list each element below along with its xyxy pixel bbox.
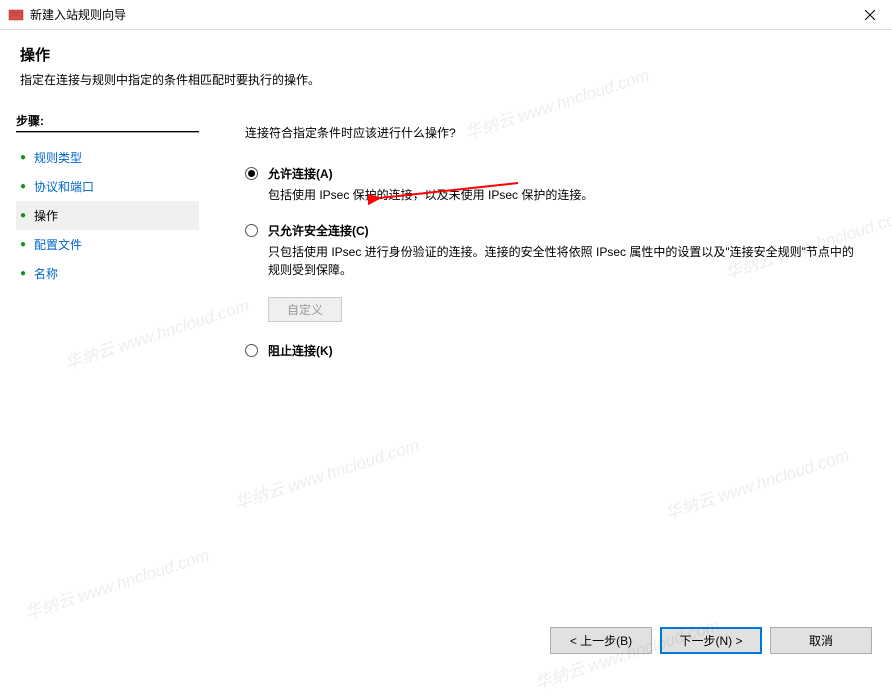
- step-name[interactable]: ● 名称: [16, 259, 199, 288]
- titlebar-title: 新建入站规则向导: [30, 6, 126, 23]
- custom-button: 自定义: [268, 297, 342, 322]
- step-profile[interactable]: ● 配置文件: [16, 230, 199, 259]
- cancel-button[interactable]: 取消: [770, 627, 872, 654]
- bullet-icon: ●: [20, 210, 26, 221]
- step-label: 操作: [34, 207, 58, 224]
- bullet-icon: ●: [20, 268, 26, 279]
- close-button[interactable]: [847, 0, 892, 30]
- radio-icon[interactable]: [245, 224, 258, 237]
- step-protocol-port[interactable]: ● 协议和端口: [16, 172, 199, 201]
- bullet-icon: ●: [20, 239, 26, 250]
- bullet-icon: ●: [20, 181, 26, 192]
- option-allow-desc: 包括使用 IPsec 保护的连接，以及未使用 IPsec 保护的连接。: [268, 186, 862, 204]
- page-heading: 操作: [0, 30, 892, 71]
- step-rule-type[interactable]: ● 规则类型: [16, 143, 199, 172]
- radio-label: 阻止连接(K): [268, 342, 333, 359]
- step-label: 协议和端口: [34, 178, 94, 195]
- prompt-text: 连接符合指定条件时应该进行什么操作?: [245, 124, 862, 141]
- option-allow[interactable]: 允许连接(A): [245, 165, 862, 182]
- divider: [16, 131, 199, 133]
- bullet-icon: ●: [20, 152, 26, 163]
- radio-icon[interactable]: [245, 344, 258, 357]
- radio-label: 只允许安全连接(C): [268, 222, 369, 239]
- option-block[interactable]: 阻止连接(K): [245, 342, 862, 359]
- titlebar: 新建入站规则向导: [0, 0, 892, 30]
- button-bar: < 上一步(B) 下一步(N) > 取消: [550, 627, 872, 654]
- back-button[interactable]: < 上一步(B): [550, 627, 652, 654]
- main-panel: 连接符合指定条件时应该进行什么操作? 允许连接(A) 包括使用 IPsec 保护…: [215, 102, 892, 657]
- step-label: 名称: [34, 265, 58, 282]
- page-subheading: 指定在连接与规则中指定的条件相匹配时要执行的操作。: [0, 71, 892, 102]
- steps-sidebar: 步骤: ● 规则类型 ● 协议和端口 ● 操作 ● 配置文件 ● 名称: [0, 102, 215, 657]
- option-secure-only-desc: 只包括使用 IPsec 进行身份验证的连接。连接的安全性将依照 IPsec 属性…: [268, 243, 862, 279]
- step-label: 配置文件: [34, 236, 82, 253]
- radio-icon[interactable]: [245, 167, 258, 180]
- step-label: 规则类型: [34, 149, 82, 166]
- option-secure-only[interactable]: 只允许安全连接(C): [245, 222, 862, 239]
- step-action[interactable]: ● 操作: [16, 201, 199, 230]
- steps-label: 步骤:: [16, 112, 199, 129]
- radio-label: 允许连接(A): [268, 165, 333, 182]
- firewall-icon: [8, 7, 24, 23]
- next-button[interactable]: 下一步(N) >: [660, 627, 762, 654]
